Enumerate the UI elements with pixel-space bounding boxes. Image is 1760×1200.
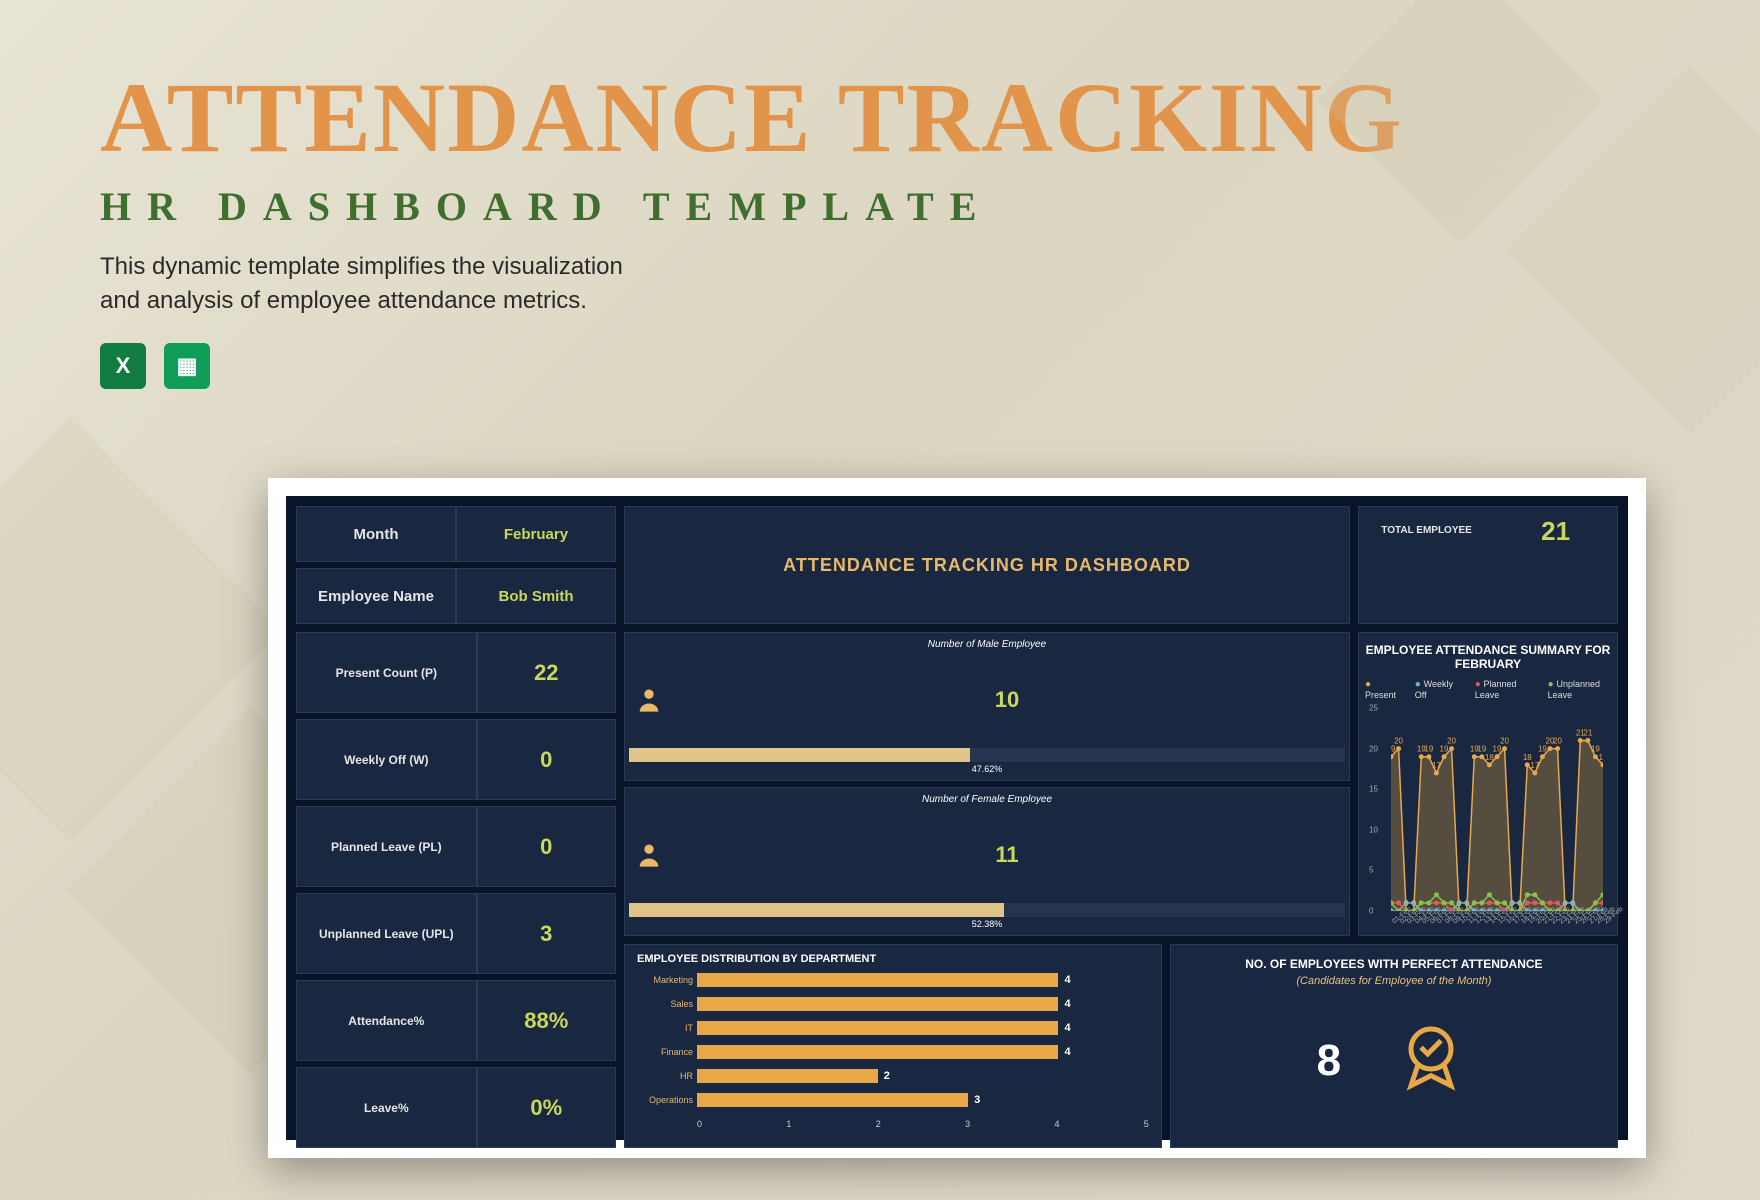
stat-value: 3: [477, 893, 616, 974]
dept-chart-title: EMPLOYEE DISTRIBUTION BY DEPARTMENT: [637, 953, 1149, 971]
svg-text:21: 21: [1583, 728, 1592, 737]
legend-unplanned-leave: Unplanned Leave: [1548, 679, 1611, 700]
svg-text:0: 0: [1517, 899, 1522, 908]
female-percent: 52.38%: [629, 917, 1345, 931]
medal-icon: [1391, 1019, 1471, 1104]
employee-filter[interactable]: Employee Name Bob Smith: [296, 568, 616, 624]
svg-text:19: 19: [1493, 745, 1502, 754]
svg-text:19: 19: [1424, 745, 1433, 754]
total-employee-label: TOTAL EMPLOYEE: [1359, 507, 1494, 555]
total-employee-row: TOTAL EMPLOYEE 21: [1359, 507, 1617, 555]
svg-text:19: 19: [1440, 745, 1449, 754]
month-filter[interactable]: Month February: [296, 506, 616, 562]
stat-value: 0: [477, 719, 616, 800]
summary-chart-title: EMPLOYEE ATTENDANCE SUMMARY FOR FEBRUARY: [1365, 639, 1611, 675]
svg-text:0: 0: [1404, 899, 1409, 908]
dashboard: Month February Employee Name Bob Smith A…: [286, 496, 1628, 1140]
svg-text:20: 20: [1500, 737, 1509, 746]
female-count: 11: [669, 842, 1345, 868]
svg-text:0: 0: [1570, 899, 1575, 908]
stat-row: Unplanned Leave (UPL)3: [296, 893, 616, 974]
perfect-attendance-card: NO. OF EMPLOYEES WITH PERFECT ATTENDANCE…: [1170, 944, 1618, 1148]
stat-value: 0: [477, 806, 616, 887]
svg-text:0: 0: [1464, 899, 1469, 908]
summary-legend: Present Weekly Off Planned Leave Unplann…: [1365, 675, 1611, 704]
svg-text:20: 20: [1553, 737, 1562, 746]
dashboard-title: ATTENDANCE TRACKING HR DASHBOARD: [624, 506, 1350, 624]
employee-value[interactable]: Bob Smith: [456, 568, 616, 624]
female-bar: [629, 903, 1345, 917]
svg-text:0: 0: [1411, 899, 1416, 908]
perfect-subtitle: (Candidates for Employee of the Month): [1296, 975, 1491, 987]
svg-text:18: 18: [1599, 753, 1603, 762]
stat-label: Weekly Off (W): [296, 719, 477, 800]
svg-text:0: 0: [1563, 899, 1568, 908]
dept-chart-area: Marketing4Sales4IT4Finance4HR2Operations…: [697, 971, 1149, 1139]
stat-label: Leave%: [296, 1067, 477, 1148]
svg-text:20: 20: [1447, 737, 1456, 746]
line-chart-area: 051015202501-Feb02-Feb03-Feb04-Feb05-Feb…: [1391, 708, 1603, 911]
stat-row: Weekly Off (W)0: [296, 719, 616, 800]
male-title: Number of Male Employee: [629, 637, 1345, 652]
bottom-row: EMPLOYEE DISTRIBUTION BY DEPARTMENT Mark…: [624, 944, 1618, 1148]
totals-panel: TOTAL EMPLOYEE 21: [1358, 506, 1618, 624]
stat-value: 88%: [477, 980, 616, 1061]
female-icon: [629, 841, 669, 869]
male-percent: 47.62%: [629, 762, 1345, 776]
female-employee-card: Number of Female Employee 11 52.38%: [624, 787, 1350, 936]
perfect-title: NO. OF EMPLOYEES WITH PERFECT ATTENDANCE: [1245, 957, 1542, 971]
gender-panel: Number of Male Employee 10 47.62% Number…: [624, 632, 1350, 936]
stat-value: 0%: [477, 1067, 616, 1148]
male-icon: [629, 686, 669, 714]
legend-planned-leave: Planned Leave: [1475, 679, 1530, 700]
filters-panel: Month February Employee Name Bob Smith: [296, 506, 616, 624]
svg-text:20: 20: [1394, 737, 1403, 746]
svg-text:0: 0: [1457, 899, 1462, 908]
stats-column: Present Count (P)22Weekly Off (W)0Planne…: [296, 632, 616, 1148]
svg-text:19: 19: [1538, 745, 1547, 754]
department-chart: EMPLOYEE DISTRIBUTION BY DEPARTMENT Mark…: [624, 944, 1162, 1148]
total-employee-value: 21: [1494, 507, 1617, 555]
stat-row: Attendance%88%: [296, 980, 616, 1061]
legend-present: Present: [1365, 679, 1397, 700]
legend-weekly-off: Weekly Off: [1415, 679, 1457, 700]
month-value[interactable]: February: [456, 506, 616, 562]
stat-row: Planned Leave (PL)0: [296, 806, 616, 887]
perfect-count: 8: [1317, 1036, 1341, 1086]
stat-row: Leave%0%: [296, 1067, 616, 1148]
dashboard-frame: Month February Employee Name Bob Smith A…: [268, 478, 1646, 1158]
stat-value: 22: [477, 632, 616, 713]
svg-text:17: 17: [1530, 761, 1539, 770]
female-title: Number of Female Employee: [629, 792, 1345, 807]
male-count: 10: [669, 687, 1345, 713]
attendance-summary-chart: EMPLOYEE ATTENDANCE SUMMARY FOR FEBRUARY…: [1358, 632, 1618, 936]
svg-text:18: 18: [1485, 753, 1494, 762]
stat-label: Planned Leave (PL): [296, 806, 477, 887]
stat-label: Present Count (P): [296, 632, 477, 713]
stat-label: Attendance%: [296, 980, 477, 1061]
stat-row: Present Count (P)22: [296, 632, 616, 713]
month-label: Month: [296, 506, 456, 562]
svg-text:17: 17: [1432, 761, 1441, 770]
male-bar: [629, 748, 1345, 762]
male-employee-card: Number of Male Employee 10 47.62%: [624, 632, 1350, 781]
svg-text:19: 19: [1391, 745, 1396, 754]
svg-text:0: 0: [1510, 899, 1515, 908]
stat-label: Unplanned Leave (UPL): [296, 893, 477, 974]
employee-label: Employee Name: [296, 568, 456, 624]
